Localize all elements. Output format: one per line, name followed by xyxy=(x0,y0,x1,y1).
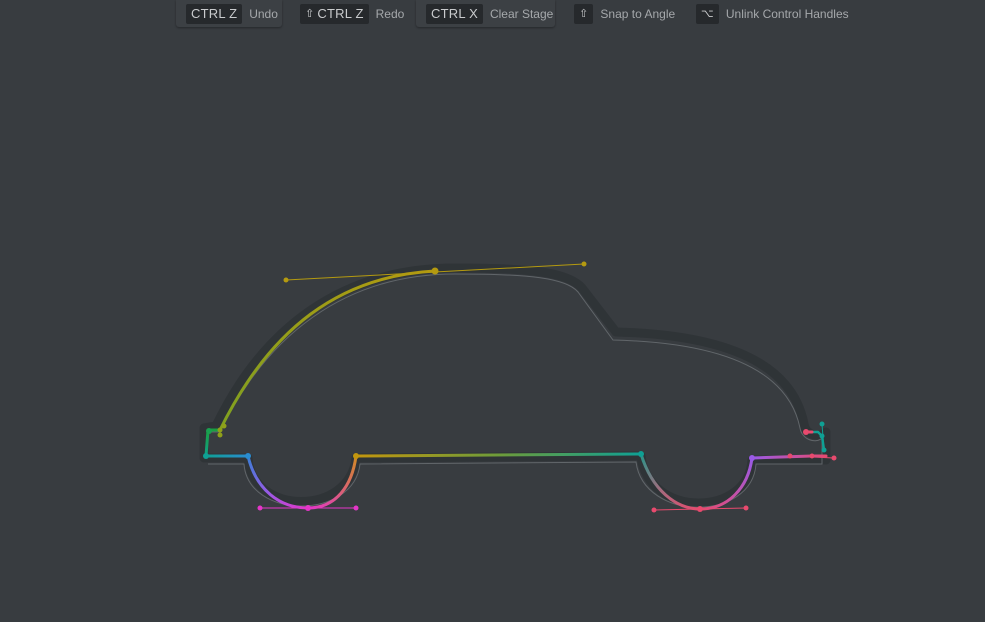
anchor-point[interactable] xyxy=(221,423,227,429)
anchor-point[interactable] xyxy=(217,427,223,433)
anchor-point[interactable] xyxy=(749,455,755,461)
car-thin-outline xyxy=(208,273,823,508)
handle-point[interactable] xyxy=(743,505,749,511)
handle-point[interactable] xyxy=(353,505,359,511)
anchor-point[interactable] xyxy=(819,433,825,439)
handle-point[interactable] xyxy=(787,453,793,459)
anchor-point[interactable] xyxy=(245,453,251,459)
anchor-point[interactable] xyxy=(697,506,703,512)
handle-point[interactable] xyxy=(257,505,263,511)
anchor-point[interactable] xyxy=(431,267,439,275)
anchor-point[interactable] xyxy=(353,453,359,459)
anchor-point[interactable] xyxy=(305,505,311,511)
bezier-path[interactable] xyxy=(204,269,828,511)
anchor-point[interactable] xyxy=(217,432,223,438)
handle-point[interactable] xyxy=(819,421,825,427)
anchor-point[interactable] xyxy=(638,451,644,457)
handle-point[interactable] xyxy=(283,277,289,283)
drawing-canvas[interactable] xyxy=(0,0,985,622)
anchor-points[interactable] xyxy=(203,261,837,513)
anchor-point[interactable] xyxy=(206,428,212,434)
stage-canvas[interactable]: CTRL Z Undo ⇧ CTRL Z Redo CTRL X Clear St… xyxy=(0,0,985,622)
handle-point[interactable] xyxy=(831,455,837,461)
handle-point[interactable] xyxy=(651,507,657,513)
handle-point[interactable] xyxy=(821,447,827,453)
car-shadow-outline xyxy=(199,263,831,508)
anchor-point[interactable] xyxy=(203,453,209,459)
anchor-point[interactable] xyxy=(803,429,809,435)
anchor-point[interactable] xyxy=(809,453,815,459)
handle-point[interactable] xyxy=(581,261,587,267)
path-segment-floor[interactable] xyxy=(354,452,643,458)
